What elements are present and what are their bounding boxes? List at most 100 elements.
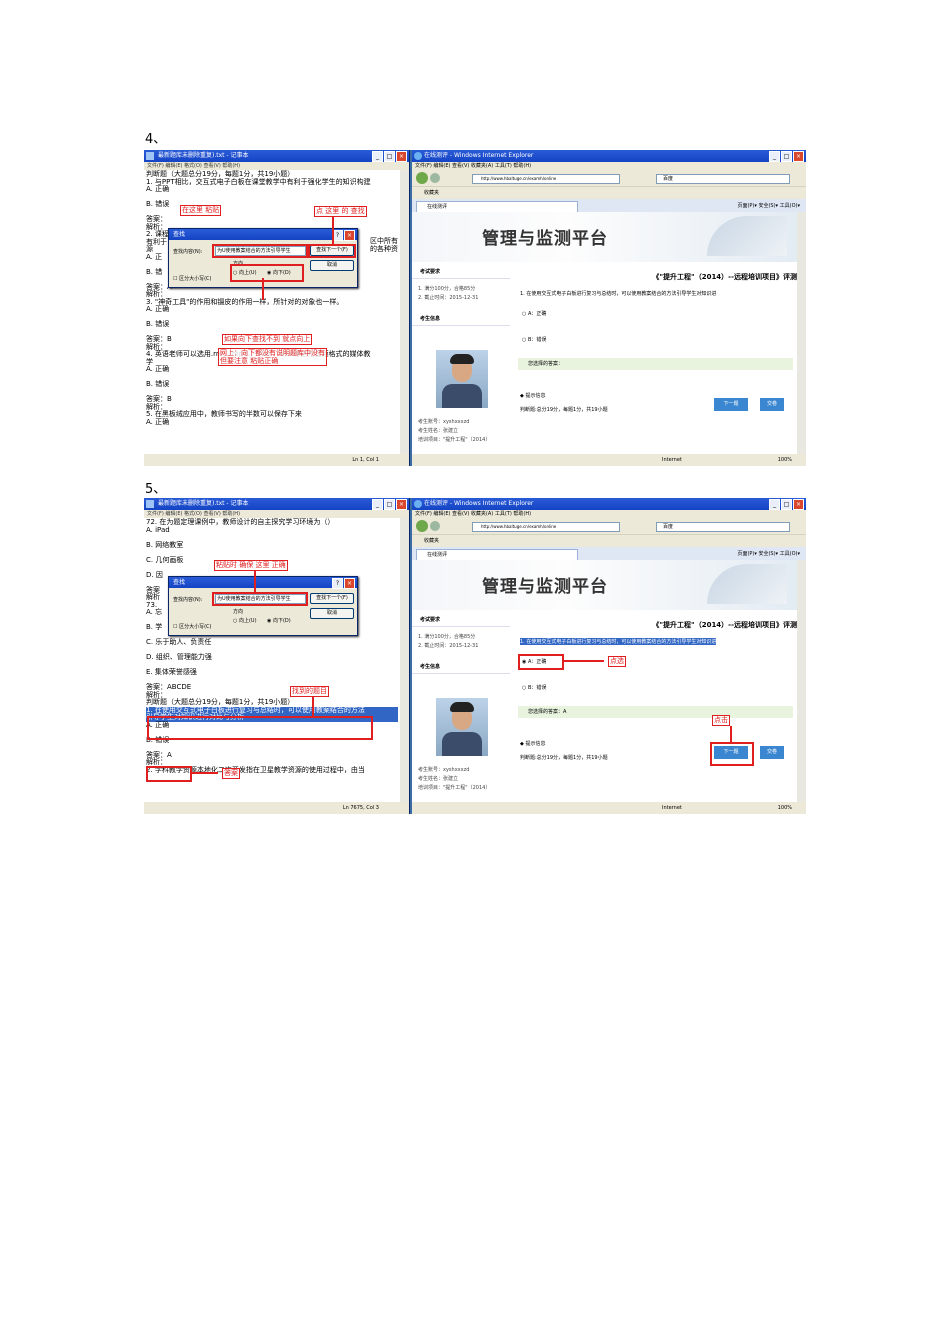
notepad-line	[146, 389, 398, 397]
match-case-label: 区分大小写(C)	[179, 276, 212, 282]
maximize-icon[interactable]: □	[781, 499, 792, 510]
close-icon[interactable]: ×	[396, 499, 407, 510]
notepad-line: E. 集体荣誉感强	[146, 668, 197, 676]
tab-bar: 在线测评 页面(P)▾ 安全(S)▾ 工具(O)▾	[412, 547, 806, 561]
notepad-line: B. 网络教室	[146, 540, 184, 549]
notepad-menu[interactable]: 文件(F) 编辑(E) 格式(O) 查看(V) 帮助(H)	[144, 510, 409, 518]
close-icon[interactable]: ×	[396, 151, 407, 162]
exam-title: 《"提升工程"（2014）--远程培训项目》评测	[652, 273, 797, 281]
up-radio[interactable]: ○ 向上(U)	[233, 617, 257, 624]
annotation: 找到的题目	[290, 686, 329, 697]
zone: Internet	[662, 457, 682, 463]
exam-main: 《"提升工程"（2014）--远程培训项目》评测 1. 在使用交互式电子白板进行…	[514, 266, 797, 454]
ie-menu[interactable]: 文件(F) 编辑(E) 查看(V) 收藏夹(A) 工具(T) 帮助(H)	[412, 510, 806, 518]
match-case-checkbox[interactable]: ☐ 区分大小写(C)	[173, 623, 211, 630]
option-a-label: A：正确	[527, 311, 547, 317]
candidate-info-header: 考生信息	[412, 661, 510, 674]
favorites-bar[interactable]: 收藏夹	[412, 186, 806, 199]
notepad-scrollbar[interactable]	[400, 170, 409, 454]
maximize-icon[interactable]: □	[384, 151, 395, 162]
zoom[interactable]: 100%	[778, 802, 792, 814]
forward-icon[interactable]	[430, 173, 440, 183]
ie-menu[interactable]: 文件(F) 编辑(E) 查看(V) 收藏夹(A) 工具(T) 帮助(H)	[412, 162, 806, 170]
exam-title: 《"提升工程"（2014）--远程培训项目》评测	[652, 621, 797, 629]
ie-title: 在线测评 - Windows Internet Explorer	[424, 500, 534, 507]
search-input[interactable]: 百度	[656, 174, 790, 184]
minimize-icon[interactable]: _	[769, 499, 780, 510]
find-next-button[interactable]: 查找下一个(F)	[310, 593, 354, 604]
cancel-button[interactable]: 取消	[310, 260, 354, 271]
hint-text: 判断题:总分19分，每题1分，共19小题	[520, 755, 608, 761]
url-input[interactable]: http://www.hbaltuge.cn/examh/online	[472, 174, 620, 184]
search-input[interactable]: 百度	[656, 522, 790, 532]
notepad-line: 答案：	[146, 215, 167, 223]
ie-window: 在线测评 - Windows Internet Explorer _ □ × 文件(…	[412, 150, 806, 466]
minimize-icon[interactable]: _	[372, 499, 383, 510]
down-radio[interactable]: ◉ 向下(D)	[267, 617, 291, 624]
find-label: 查找内容(N):	[173, 249, 203, 255]
back-icon[interactable]	[416, 520, 428, 532]
ie-icon	[414, 500, 422, 508]
ie-tools[interactable]: 页面(P)▾ 安全(S)▾ 工具(O)▾	[737, 199, 800, 213]
close-icon[interactable]: ×	[344, 578, 355, 589]
favorites-bar[interactable]: 收藏夹	[412, 534, 806, 547]
ie-scrollbar[interactable]	[797, 560, 806, 802]
option-b[interactable]: ○ B：错误	[522, 684, 546, 691]
match-case-checkbox[interactable]: ☐ 区分大小写(C)	[173, 275, 211, 282]
info-item: 培训项目："提升工程"（2014）	[418, 437, 491, 443]
info-item: 考生姓名：张建立	[418, 776, 459, 782]
notepad-line: A. 正确	[146, 305, 170, 313]
forward-icon[interactable]	[430, 521, 440, 531]
find-dialog-title-text: 查找	[173, 579, 186, 586]
up-radio-label: 向上(U)	[238, 618, 257, 624]
tab-bar: 在线测评 页面(P)▾ 安全(S)▾ 工具(O)▾	[412, 199, 806, 213]
notepad-line	[146, 744, 398, 752]
arrow	[262, 278, 264, 300]
notepad-icon	[146, 500, 154, 508]
close-icon[interactable]: ×	[344, 230, 355, 241]
sidebar: 考试要求 1. 满分100分，合格85分 2. 截止时间：2015-12-31 …	[412, 614, 510, 802]
submit-button[interactable]: 交卷	[760, 398, 784, 411]
annotation: 粘贴时 确保 这里 正确	[214, 560, 288, 571]
option-a[interactable]: ○ A：正确	[522, 310, 546, 317]
ie-titlebar: 在线测评 - Windows Internet Explorer _ □ ×	[412, 498, 806, 510]
step-5-label: 5、	[145, 482, 167, 497]
submit-button[interactable]: 交卷	[760, 746, 784, 759]
zoom[interactable]: 100%	[778, 454, 792, 466]
close-icon[interactable]: ×	[793, 499, 804, 510]
notepad-line: 72. 在为题定理课例中，教师设计的自主探究学习环境为（）	[146, 518, 335, 526]
minimize-icon[interactable]: _	[372, 151, 383, 162]
hint-text: 判断题:总分19分，每题1分，共19小题	[520, 407, 608, 413]
find-dialog-title-text: 查找	[173, 231, 186, 238]
selected-answer: 您选择的答案：	[518, 358, 793, 370]
avatar	[436, 698, 488, 756]
next-button[interactable]: 下一题	[714, 398, 748, 411]
exam-item: 2. 截止时间：2015-12-31	[418, 295, 479, 301]
annotation: 点选	[608, 656, 626, 667]
cancel-button[interactable]: 取消	[310, 608, 354, 619]
maximize-icon[interactable]: □	[781, 151, 792, 162]
notepad-line	[146, 194, 398, 202]
option-b[interactable]: ○ B：错误	[522, 336, 546, 343]
notepad-line: A. 正确	[146, 365, 170, 373]
ie-scrollbar[interactable]	[797, 212, 806, 454]
selected-answer: 您选择的答案：A	[518, 706, 793, 718]
highlight-box	[212, 244, 308, 258]
ie-tools[interactable]: 页面(P)▾ 安全(S)▾ 工具(O)▾	[737, 547, 800, 561]
arrow	[312, 696, 314, 716]
annotation: 网上：向下都没有说明题库中没有 但要注意 粘贴正确	[218, 348, 327, 366]
notepad-line: A. iPad	[146, 525, 170, 534]
url-input[interactable]: http://www.hbaltuge.cn/examh/online	[472, 522, 620, 532]
sidebar: 考试要求 1. 满分100分，合格85分 2. 截止时间：2015-12-31 …	[412, 266, 510, 454]
help-icon[interactable]: ?	[332, 578, 343, 589]
maximize-icon[interactable]: □	[384, 499, 395, 510]
close-icon[interactable]: ×	[793, 151, 804, 162]
minimize-icon[interactable]: _	[769, 151, 780, 162]
notepad-menu[interactable]: 文件(F) 编辑(E) 格式(O) 查看(V) 帮助(H)	[144, 162, 409, 170]
direction-label: 方向	[233, 609, 244, 615]
match-case-label: 区分大小写(C)	[179, 624, 212, 630]
avatar	[436, 350, 488, 408]
notepad-icon	[146, 152, 154, 160]
notepad-scrollbar[interactable]	[400, 518, 409, 802]
back-icon[interactable]	[416, 172, 428, 184]
